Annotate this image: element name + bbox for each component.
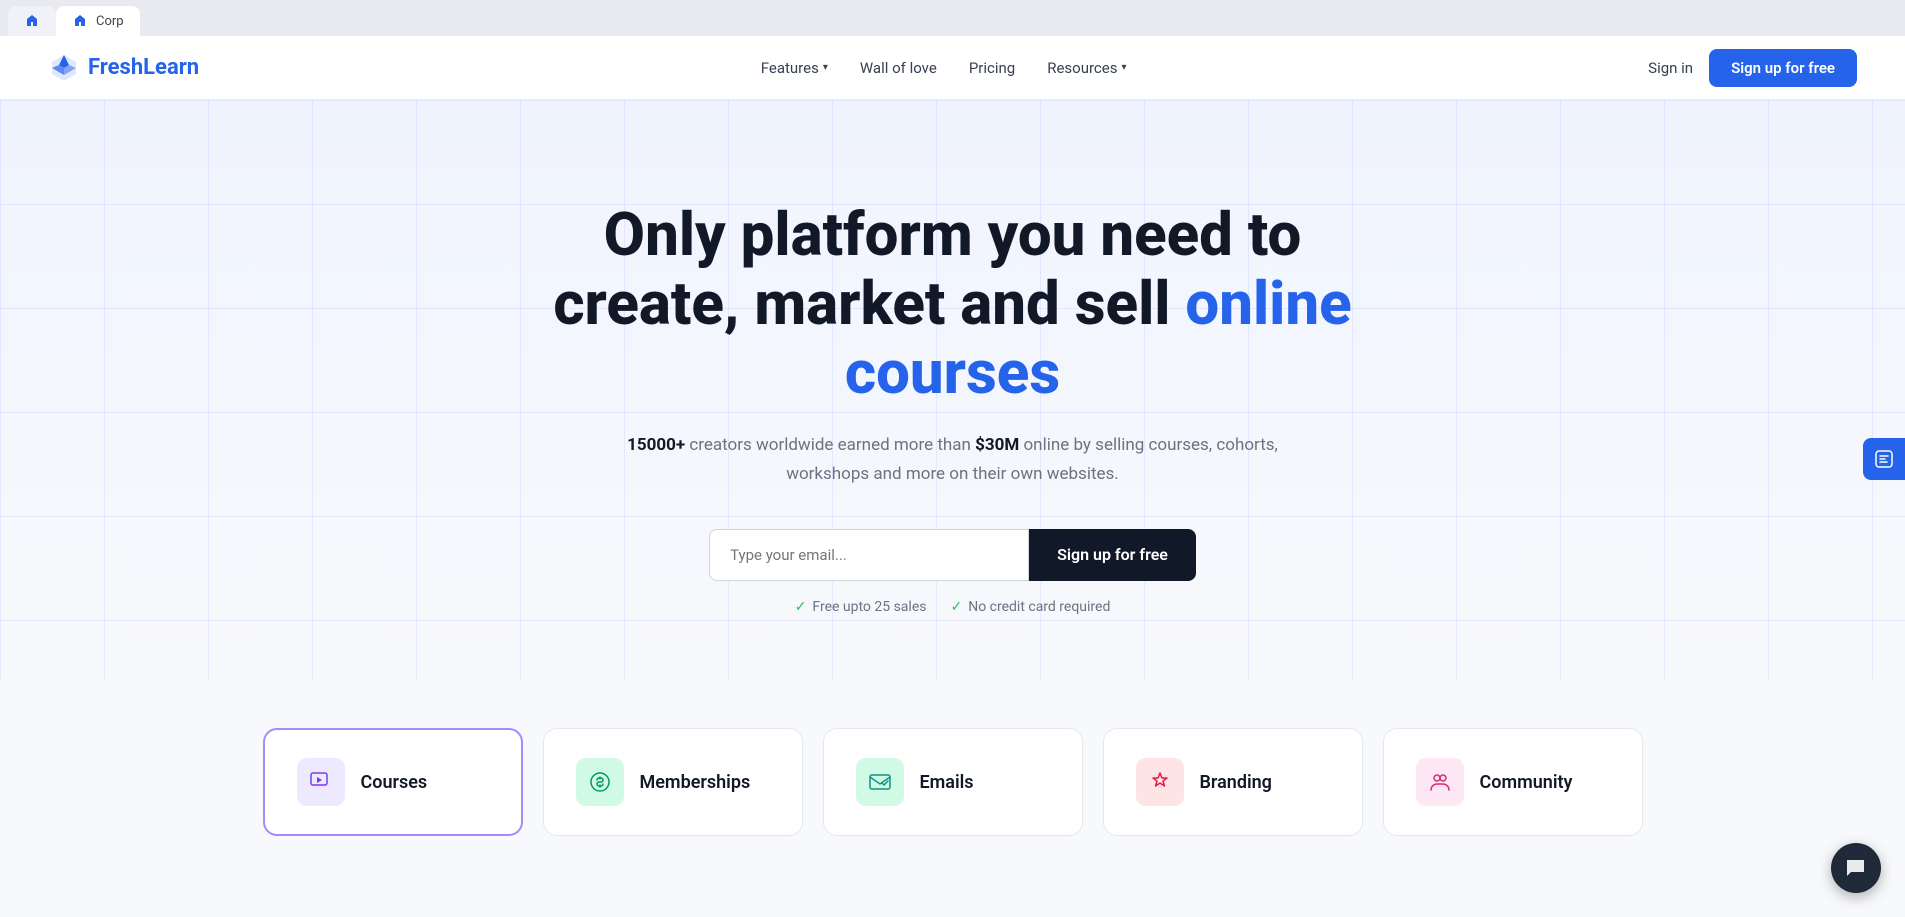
logo-fresh: Fresh xyxy=(88,55,143,80)
hero-badges: ✓ Free upto 25 sales ✓ No credit card re… xyxy=(527,599,1379,615)
chevron-down-icon-2: ▾ xyxy=(1121,62,1126,73)
branding-label: Branding xyxy=(1200,772,1272,793)
emails-label: Emails xyxy=(920,772,974,793)
browser-tab-1[interactable] xyxy=(8,6,56,36)
emails-icon xyxy=(856,758,904,806)
features-section: Courses Memberships Emails Brand xyxy=(0,680,1905,836)
hero-section: Only platform you need to create, market… xyxy=(0,100,1905,680)
chat-button[interactable] xyxy=(1831,843,1881,893)
navbar-actions: Sign in Sign up for free xyxy=(1648,49,1857,87)
community-icon xyxy=(1416,758,1464,806)
logo-text: FreshLearn xyxy=(88,55,199,80)
nav-features[interactable]: Features ▾ xyxy=(761,59,828,77)
hero-subtitle: 15000+ creators worldwide earned more th… xyxy=(527,431,1379,489)
feature-card-branding[interactable]: Branding xyxy=(1103,728,1363,836)
hero-content: Only platform you need to create, market… xyxy=(503,160,1403,615)
feature-card-courses[interactable]: Courses xyxy=(263,728,523,836)
courses-icon xyxy=(297,758,345,806)
tab-favicon-2 xyxy=(72,13,88,29)
check-icon-1: ✓ xyxy=(795,599,807,615)
feature-card-memberships[interactable]: Memberships xyxy=(543,728,803,836)
chevron-down-icon: ▾ xyxy=(823,62,828,73)
logo-icon xyxy=(48,52,80,84)
hero-title: Only platform you need to create, market… xyxy=(527,200,1379,407)
badge-free-sales: ✓ Free upto 25 sales xyxy=(795,599,927,615)
browser-tab-bar: Corp xyxy=(0,0,1905,36)
nav-menu: Features ▾ Wall of love Pricing Resource… xyxy=(239,59,1648,77)
logo-learn: Learn xyxy=(143,55,199,80)
side-widget xyxy=(1863,438,1905,480)
feature-card-emails[interactable]: Emails xyxy=(823,728,1083,836)
nav-pricing[interactable]: Pricing xyxy=(969,59,1015,77)
logo-link[interactable]: FreshLearn xyxy=(48,52,199,84)
bottom-strip xyxy=(0,836,1905,876)
sign-in-button[interactable]: Sign in xyxy=(1648,59,1693,77)
community-label: Community xyxy=(1480,772,1573,793)
browser-tab-2[interactable]: Corp xyxy=(56,6,140,36)
tab-label-2: Corp xyxy=(96,14,124,29)
nav-resources[interactable]: Resources ▾ xyxy=(1047,59,1126,77)
signup-form: Sign up for free xyxy=(527,529,1379,581)
branding-icon xyxy=(1136,758,1184,806)
courses-label: Courses xyxy=(361,772,428,793)
side-widget-button[interactable] xyxy=(1863,438,1905,480)
memberships-label: Memberships xyxy=(640,772,751,793)
chat-widget xyxy=(1831,843,1881,893)
memberships-icon xyxy=(576,758,624,806)
tab-favicon-1 xyxy=(24,13,40,29)
nav-wall-of-love[interactable]: Wall of love xyxy=(860,59,937,77)
navbar: FreshLearn Features ▾ Wall of love Prici… xyxy=(0,36,1905,100)
email-input[interactable] xyxy=(709,529,1029,581)
hero-cta-button[interactable]: Sign up for free xyxy=(1029,529,1196,581)
badge-no-credit-card: ✓ No credit card required xyxy=(950,599,1110,615)
check-icon-2: ✓ xyxy=(950,599,962,615)
sign-up-button-nav[interactable]: Sign up for free xyxy=(1709,49,1857,87)
feature-card-community[interactable]: Community xyxy=(1383,728,1643,836)
